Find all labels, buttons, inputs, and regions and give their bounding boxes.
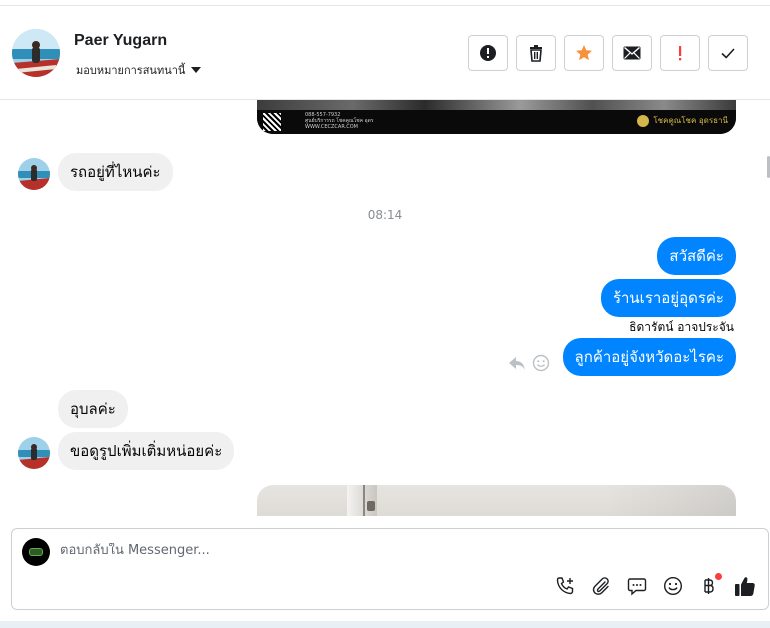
chat-bubble-icon bbox=[627, 578, 647, 596]
message-bubble-outgoing[interactable]: สวัสดีค่ะ bbox=[657, 237, 736, 275]
message-thread[interactable]: 088-557-7932 ศูนย์บริการรถ โชคคูณโชค อุด… bbox=[0, 100, 770, 516]
car-logo-icon bbox=[29, 548, 43, 556]
reply-icon[interactable] bbox=[508, 355, 526, 371]
call-add-button[interactable] bbox=[554, 575, 576, 597]
star-icon bbox=[576, 45, 592, 61]
page-avatar bbox=[22, 538, 50, 566]
attach-file-button[interactable] bbox=[590, 575, 612, 597]
caret-down-icon bbox=[191, 67, 202, 73]
saved-replies-button[interactable] bbox=[626, 575, 648, 597]
contact-avatar[interactable] bbox=[12, 29, 60, 77]
composer-tools bbox=[554, 573, 756, 597]
message-bubble-outgoing[interactable]: ลูกค้าอยู่จังหวัดอะไรคะ bbox=[562, 338, 736, 376]
check-icon bbox=[721, 48, 735, 59]
important-button[interactable] bbox=[660, 35, 700, 71]
car-wheel-photo bbox=[257, 100, 736, 110]
envelope-icon bbox=[623, 46, 641, 60]
reply-input[interactable] bbox=[60, 543, 560, 558]
assign-conversation-dropdown[interactable]: มอบหมายการสนทนานี้ bbox=[76, 61, 202, 79]
image-contact-text: 088-557-7932 ศูนย์บริการรถ โชคคูณโชค อุด… bbox=[305, 112, 374, 130]
contact-avatar-small[interactable] bbox=[18, 437, 50, 469]
assign-label: มอบหมายการสนทนานี้ bbox=[76, 64, 186, 77]
contact-name[interactable]: Paer Yugarn bbox=[74, 32, 167, 50]
sender-name-label: ธิดารัตน์ อาจประจัน bbox=[629, 320, 734, 334]
exclamation-icon bbox=[679, 46, 682, 61]
brand-logo-icon bbox=[637, 114, 650, 127]
qr-code-icon bbox=[263, 113, 281, 131]
mark-done-button[interactable] bbox=[708, 35, 748, 71]
trash-icon bbox=[530, 45, 542, 62]
image-attachment-top[interactable]: 088-557-7932 ศูนย์บริการรถ โชคคูณโชค อุด… bbox=[257, 100, 736, 134]
image-brand: โชคคูณโชค อุดรธานี bbox=[637, 114, 728, 127]
message-bubble-incoming[interactable]: อุบลค่ะ bbox=[58, 390, 128, 428]
message-hover-actions bbox=[508, 354, 550, 372]
header-actions bbox=[468, 35, 748, 71]
follow-up-button[interactable] bbox=[564, 35, 604, 71]
mark-spam-button[interactable] bbox=[468, 35, 508, 71]
mark-unread-button[interactable] bbox=[612, 35, 652, 71]
smiley-icon[interactable] bbox=[532, 354, 550, 372]
alert-circle-icon bbox=[480, 45, 496, 61]
emoji-button[interactable] bbox=[662, 575, 684, 597]
phone-plus-icon bbox=[556, 577, 574, 595]
thumbs-up-icon bbox=[735, 577, 755, 596]
delete-button[interactable] bbox=[516, 35, 556, 71]
paperclip-icon bbox=[592, 577, 609, 595]
message-bubble-incoming[interactable]: ขอดูรูปเพิ่มเติ่มหน่อยค่ะ bbox=[58, 432, 235, 470]
message-bubble-outgoing[interactable]: ร้านเราอยู่อุดรค่ะ bbox=[600, 279, 736, 317]
payment-button[interactable] bbox=[698, 573, 722, 597]
reply-composer bbox=[11, 528, 769, 610]
bottom-bar bbox=[0, 621, 770, 628]
message-timestamp: 08:14 bbox=[367, 208, 403, 222]
conversation-header: Paer Yugarn มอบหมายการสนทนานี้ bbox=[0, 6, 770, 100]
notification-dot bbox=[715, 573, 722, 580]
baht-icon bbox=[704, 578, 714, 594]
image-attachment-bottom[interactable] bbox=[257, 485, 736, 516]
contact-avatar-small[interactable] bbox=[18, 158, 50, 190]
emoji-icon bbox=[663, 576, 683, 596]
like-button[interactable] bbox=[734, 575, 756, 597]
message-bubble-incoming[interactable]: รถอยู่ที่ไหนค่ะ bbox=[58, 153, 173, 191]
